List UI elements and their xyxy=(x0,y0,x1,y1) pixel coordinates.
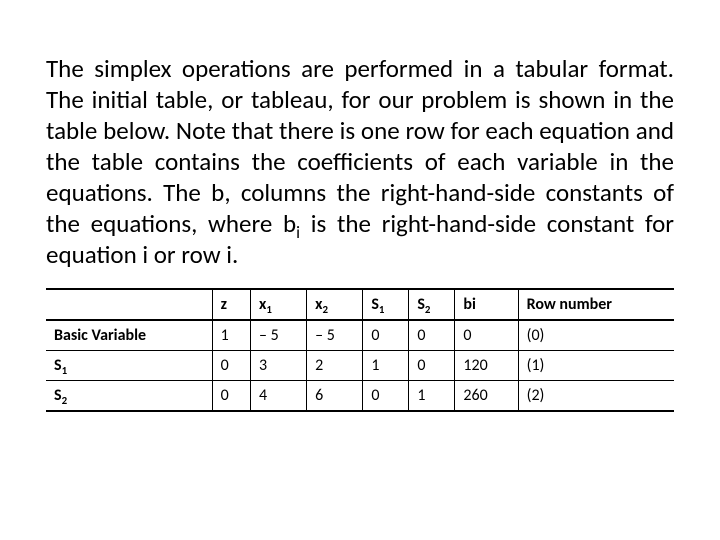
col-bi: bi xyxy=(455,289,518,320)
cell-s2: 1 xyxy=(409,381,455,412)
cell-basic-variable: Basic Variable xyxy=(46,320,212,351)
header-row: z x1 x2 S1 S2 bi Row number xyxy=(46,289,674,320)
cell-bi: 0 xyxy=(455,320,518,351)
cell-x2: 2 xyxy=(307,351,363,381)
col-s1-sub: 1 xyxy=(379,303,385,316)
cell-s1: 1 xyxy=(363,351,409,381)
page: The simplex operations are performed in … xyxy=(0,0,720,412)
table-row: S1 0 3 2 1 0 120 (1) xyxy=(46,351,674,381)
col-x2-sub: 2 xyxy=(323,303,329,316)
cell-s1: 0 xyxy=(363,320,409,351)
cell-row-number: (0) xyxy=(518,320,674,351)
cell-s2: 0 xyxy=(409,351,455,381)
cell-z: 0 xyxy=(212,381,250,412)
cell-s1: 0 xyxy=(363,381,409,412)
cell-basic-variable: S2 xyxy=(46,381,212,412)
col-x2-base: x xyxy=(315,295,322,314)
col-x1: x1 xyxy=(251,289,307,320)
col-z: z xyxy=(212,289,250,320)
cell-z: 1 xyxy=(212,320,250,351)
cell-bi: 120 xyxy=(455,351,518,381)
table-row: S2 0 4 6 0 1 260 (2) xyxy=(46,381,674,412)
cell-basic-variable: S1 xyxy=(46,351,212,381)
cell-x1: – 5 xyxy=(251,320,307,351)
col-s2-sub: 2 xyxy=(425,303,431,316)
cell-x2: 6 xyxy=(307,381,363,412)
col-x1-sub: 1 xyxy=(266,303,272,316)
cell-x1: 4 xyxy=(251,381,307,412)
col-s1: S1 xyxy=(363,289,409,320)
table-row: Basic Variable 1 – 5 – 5 0 0 0 (0) xyxy=(46,320,674,351)
simplex-tableau: z x1 x2 S1 S2 bi Row number Basic Variab… xyxy=(46,288,674,412)
cell-s2: 0 xyxy=(409,320,455,351)
cell-basic-sub: 2 xyxy=(62,394,68,407)
cell-basic-sub: 1 xyxy=(62,364,68,377)
cell-x1: 3 xyxy=(251,351,307,381)
cell-row-number: (1) xyxy=(518,351,674,381)
cell-basic-base: S xyxy=(54,356,62,375)
col-row-number: Row number xyxy=(518,289,674,320)
intro-paragraph: The simplex operations are performed in … xyxy=(46,53,674,270)
cell-basic-base: S xyxy=(54,386,62,405)
col-s2: S2 xyxy=(409,289,455,320)
cell-row-number: (2) xyxy=(518,381,674,412)
col-x2: x2 xyxy=(307,289,363,320)
cell-x2: – 5 xyxy=(307,320,363,351)
col-basic-variable xyxy=(46,289,212,320)
col-s1-base: S xyxy=(371,295,379,314)
cell-bi: 260 xyxy=(455,381,518,412)
cell-z: 0 xyxy=(212,351,250,381)
col-s2-base: S xyxy=(417,295,425,314)
